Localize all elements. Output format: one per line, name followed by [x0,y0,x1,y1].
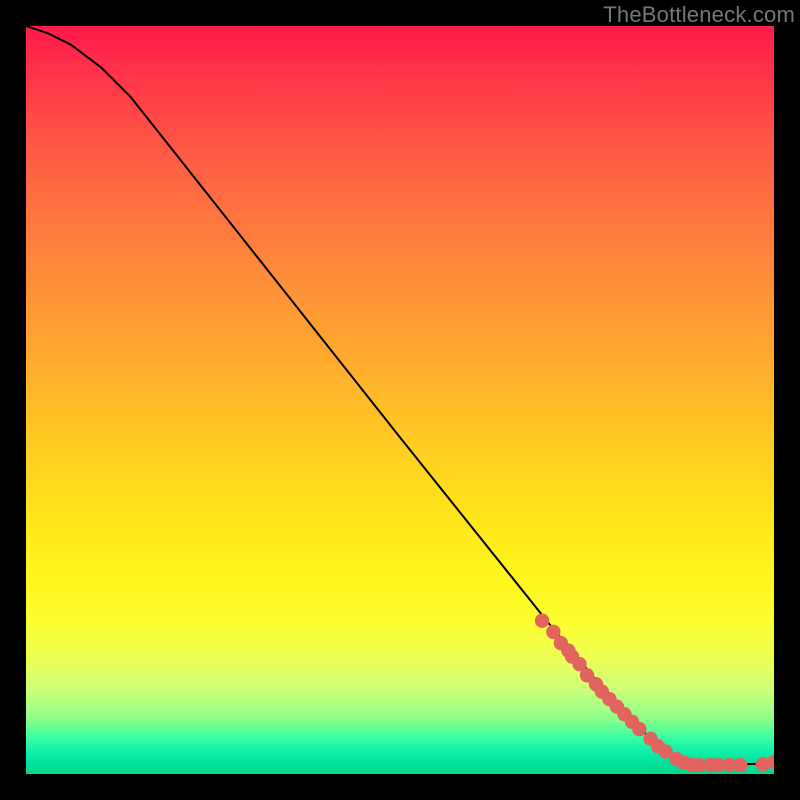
data-marker [632,722,646,736]
data-marker [733,758,747,772]
curve-line [26,26,774,765]
watermark-text: TheBottleneck.com [603,2,795,28]
chart-stage: TheBottleneck.com [0,0,800,800]
chart-overlay [26,26,774,774]
data-marker [535,613,549,627]
marker-group [535,613,774,772]
plot-area [26,26,774,774]
